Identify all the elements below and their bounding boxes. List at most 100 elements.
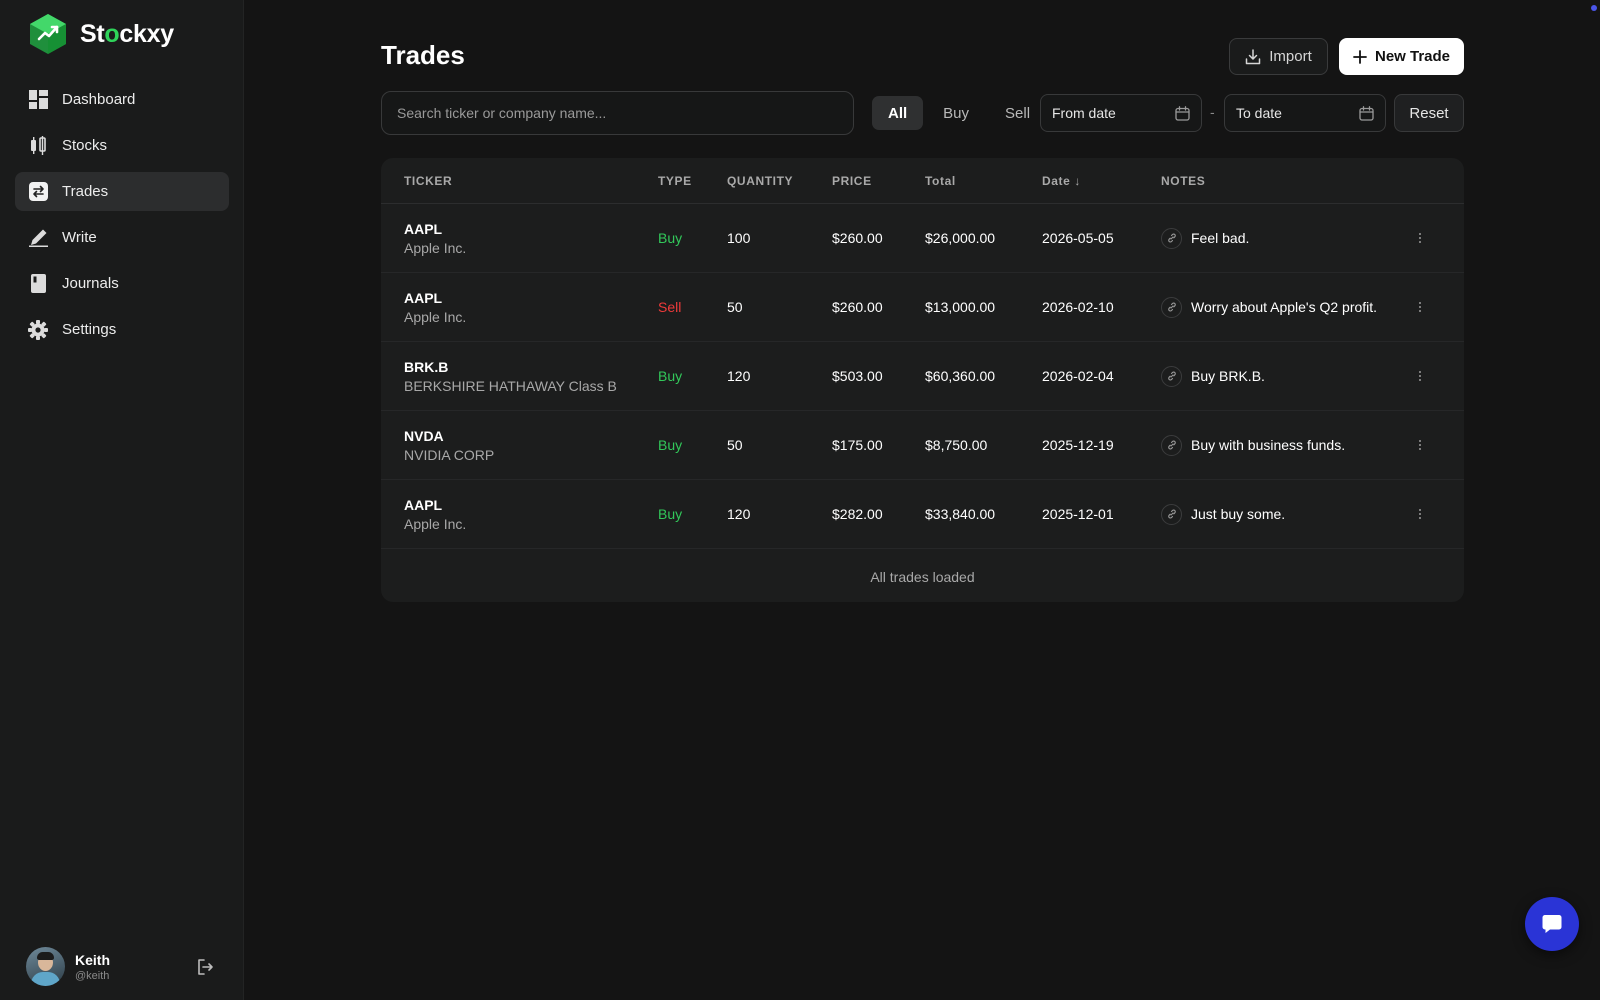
calendar-icon [1175, 105, 1190, 121]
date-cell: 2026-02-04 [1042, 368, 1114, 384]
note-text: Buy BRK.B. [1191, 368, 1265, 384]
trades-icon [28, 182, 48, 202]
search-input[interactable] [381, 91, 854, 135]
table-row[interactable]: NVDA NVIDIA CORP Buy 50 $175.00 $8,750.00 2025… [381, 411, 1464, 480]
sidebar-item-write[interactable]: Write [15, 218, 229, 257]
column-ticker[interactable]: TICKER [404, 174, 452, 188]
row-menu-icon[interactable] [1413, 228, 1427, 248]
notes-cell: Worry about Apple's Q2 profit. [1161, 296, 1378, 318]
price-cell: $503.00 [832, 368, 883, 384]
sidebar-item-settings[interactable]: Settings [15, 310, 229, 349]
column-price[interactable]: PRICE [832, 174, 872, 188]
sidebar-item-journals[interactable]: Journals [15, 264, 229, 303]
price-cell: $260.00 [832, 299, 883, 315]
quantity-cell: 50 [727, 437, 743, 453]
company-name: NVIDIA CORP [404, 446, 495, 463]
link-icon[interactable] [1161, 434, 1182, 456]
ticker-symbol: NVDA [404, 427, 444, 444]
note-text: Buy with business funds. [1191, 437, 1346, 453]
price-cell: $260.00 [832, 230, 883, 246]
gear-icon [28, 319, 48, 340]
stocks-icon [28, 136, 48, 156]
table-footer-status: All trades loaded [870, 568, 975, 585]
avatar[interactable] [26, 947, 65, 986]
notes-cell: Buy with business funds. [1161, 434, 1346, 456]
user-profile[interactable]: Keith @keith [26, 947, 216, 986]
chat-button[interactable] [1525, 897, 1579, 951]
sidebar-item-trades[interactable]: Trades [15, 172, 229, 211]
ticker-symbol: AAPL [404, 496, 443, 513]
tab-all[interactable]: All [872, 96, 924, 130]
sidebar-item-label: Trades [62, 183, 109, 200]
user-name: Keith [75, 951, 110, 968]
tab-buy[interactable]: Buy [927, 96, 985, 130]
column-notes[interactable]: NOTES [1161, 174, 1205, 188]
brand[interactable]: Stockxy [26, 12, 174, 56]
row-menu-icon[interactable] [1413, 366, 1427, 386]
brand-logo-icon [30, 14, 66, 54]
from-date-picker[interactable]: From date [1040, 94, 1202, 132]
table-row[interactable]: AAPL Apple Inc. Buy 100 $260.00 $26,000.00 202… [381, 204, 1464, 273]
link-icon[interactable] [1161, 503, 1182, 525]
new-trade-button[interactable]: New Trade [1339, 38, 1464, 75]
date-cell: 2025-12-19 [1042, 437, 1114, 453]
link-icon[interactable] [1161, 227, 1182, 249]
to-date-picker[interactable]: To date [1224, 94, 1386, 132]
tab-sell[interactable]: Sell [989, 96, 1046, 130]
import-label: Import [1269, 48, 1312, 65]
company-name: BERKSHIRE HATHAWAY Class B [404, 377, 617, 394]
row-menu-icon[interactable] [1413, 435, 1427, 455]
quantity-cell: 120 [727, 506, 751, 522]
link-icon[interactable] [1161, 296, 1182, 318]
sidebar-item-label: Dashboard [62, 91, 136, 108]
table-row[interactable]: AAPL Apple Inc. Sell 50 $260.00 $13,000.00 202… [381, 273, 1464, 342]
column-total[interactable]: Total [925, 174, 956, 188]
company-name: Apple Inc. [404, 308, 467, 325]
to-date-label: To date [1236, 105, 1282, 121]
notes-cell: Feel bad. [1161, 227, 1250, 249]
new-trade-label: New Trade [1374, 48, 1451, 65]
sidebar-nav: Dashboard Stocks Trades Write Journals S… [15, 80, 229, 356]
sidebar-item-stocks[interactable]: Stocks [15, 126, 229, 165]
date-cell: 2026-02-10 [1042, 299, 1114, 315]
trade-type: Buy [658, 437, 683, 453]
row-menu-icon[interactable] [1413, 297, 1427, 317]
quantity-cell: 120 [727, 368, 751, 384]
logout-icon[interactable] [194, 956, 216, 978]
date-cell: 2026-05-05 [1042, 230, 1114, 246]
column-quantity[interactable]: QUANTITY [727, 174, 793, 188]
note-text: Worry about Apple's Q2 profit. [1191, 299, 1378, 315]
reset-button[interactable]: Reset [1394, 94, 1464, 132]
note-text: Feel bad. [1191, 230, 1250, 246]
download-icon [1245, 48, 1261, 64]
sidebar-item-dashboard[interactable]: Dashboard [15, 80, 229, 119]
from-date-label: From date [1052, 105, 1116, 121]
ticker-symbol: AAPL [404, 289, 443, 306]
sidebar: Stockxy Dashboard Stocks Trades Write Jo… [0, 0, 244, 1000]
total-cell: $60,360.00 [925, 368, 996, 384]
sidebar-item-label: Journals [62, 275, 119, 292]
calendar-icon [1359, 105, 1374, 121]
quantity-cell: 50 [727, 299, 743, 315]
pencil-icon [28, 228, 48, 248]
total-cell: $8,750.00 [925, 437, 988, 453]
date-separator: - [1210, 104, 1215, 120]
page-title: Trades [381, 40, 465, 70]
ticker-cell: AAPL Apple Inc. [404, 221, 466, 256]
import-button[interactable]: Import [1229, 38, 1328, 75]
ticker-cell: BRK.B BERKSHIRE HATHAWAY Class B [404, 359, 617, 394]
ticker-cell: AAPL Apple Inc. [404, 497, 466, 532]
table-row[interactable]: BRK.B BERKSHIRE HATHAWAY Class B Buy 120 $50… [381, 342, 1464, 411]
chat-icon [1542, 915, 1562, 933]
row-menu-icon[interactable] [1413, 504, 1427, 524]
table-row[interactable]: AAPL Apple Inc. Buy 120 $282.00 $33,840.00 202… [381, 480, 1464, 549]
column-type[interactable]: TYPE [658, 174, 692, 188]
link-icon[interactable] [1161, 365, 1182, 387]
column-date[interactable]: Date ↓ [1042, 174, 1081, 188]
company-name: Apple Inc. [404, 239, 467, 256]
price-cell: $282.00 [832, 506, 883, 522]
total-cell: $33,840.00 [925, 506, 996, 522]
sidebar-item-label: Stocks [62, 137, 108, 154]
ticker-symbol: BRK.B [404, 358, 449, 375]
brand-name: Stockxy [80, 19, 174, 48]
